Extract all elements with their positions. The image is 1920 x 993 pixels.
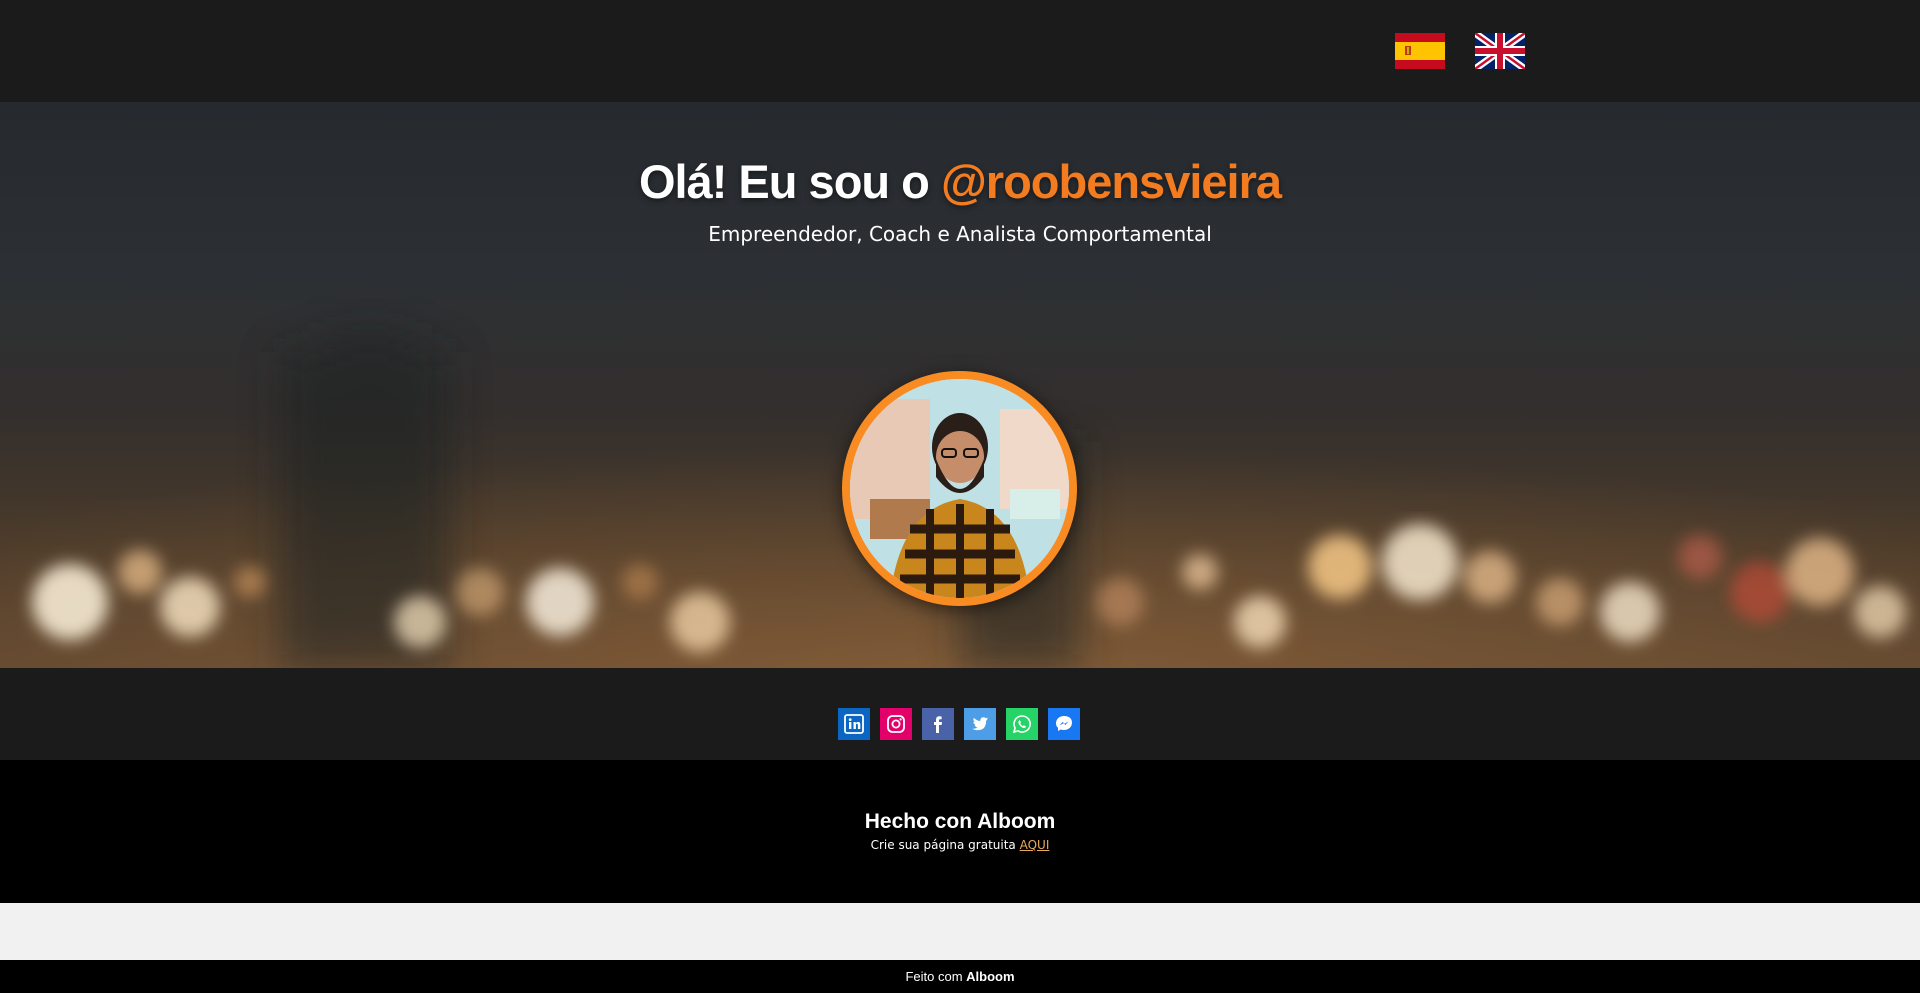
footer-cta-text: Crie sua página gratuita bbox=[870, 838, 1016, 852]
social-bar bbox=[0, 668, 1920, 760]
hero-section: Olá! Eu sou o @roobensvieira Empreendedo… bbox=[0, 102, 1920, 668]
footer-cta-link[interactable]: AQUI bbox=[1020, 838, 1050, 852]
spain-flag-icon[interactable] bbox=[1395, 33, 1445, 69]
avatar bbox=[842, 371, 1077, 606]
uk-flag-icon[interactable] bbox=[1472, 30, 1528, 72]
linkedin-icon[interactable] bbox=[838, 708, 870, 740]
greeting-text: Olá! Eu sou o bbox=[638, 155, 930, 208]
subtitle-text: Empreendedor, Coach e Analista Comportam… bbox=[708, 222, 1212, 246]
social-links bbox=[838, 708, 1080, 740]
spacer-band bbox=[0, 903, 1920, 960]
twitter-icon[interactable] bbox=[964, 708, 996, 740]
messenger-icon[interactable] bbox=[1048, 708, 1080, 740]
bottom-bar: Feito com Alboom bbox=[0, 960, 1920, 993]
page-title: Olá! Eu sou o @roobensvieira bbox=[0, 154, 1920, 209]
handle-text: @roobensvieira bbox=[940, 155, 1282, 208]
facebook-icon[interactable] bbox=[922, 708, 954, 740]
bottom-bar-prefix: Feito com bbox=[905, 969, 963, 984]
footer-title: Hecho con Alboom bbox=[864, 810, 1056, 833]
bottom-bar-brand[interactable]: Alboom bbox=[966, 969, 1014, 984]
whatsapp-icon[interactable] bbox=[1006, 708, 1038, 740]
instagram-icon[interactable] bbox=[880, 708, 912, 740]
footer-cta: Crie sua página gratuita AQUI bbox=[0, 838, 1920, 852]
top-bar bbox=[0, 0, 1920, 102]
footer: Hecho con Alboom Crie sua página gratuit… bbox=[0, 760, 1920, 903]
